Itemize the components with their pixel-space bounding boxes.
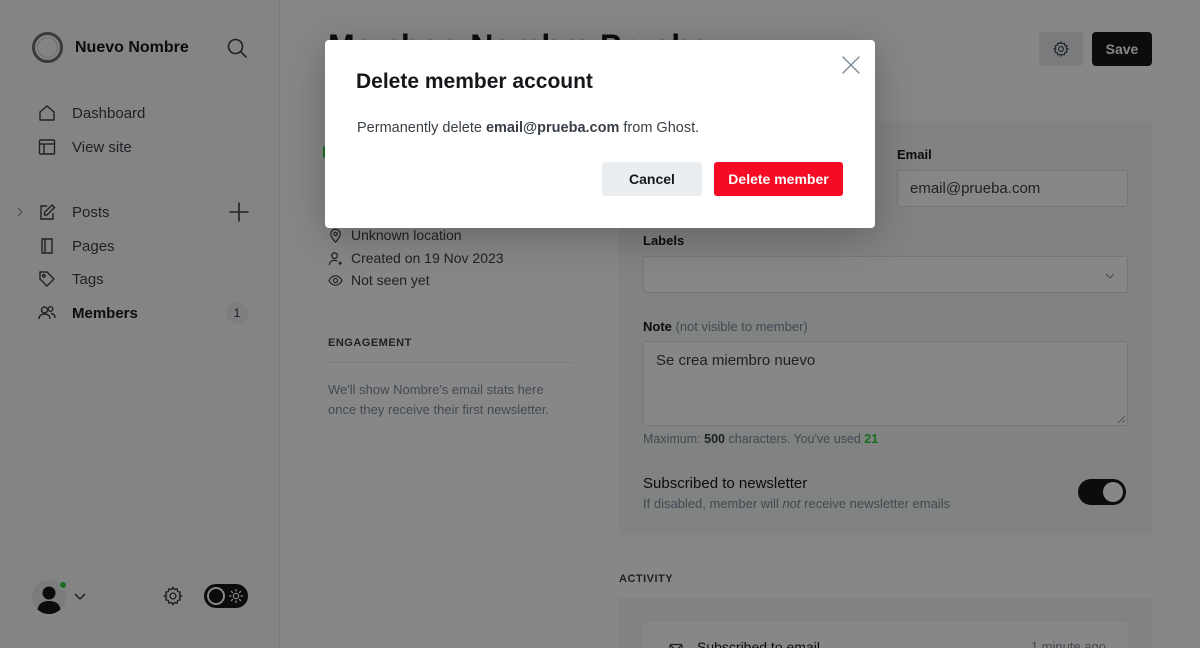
delete-member-modal: Delete member account Permanently delete… <box>325 40 875 228</box>
delete-member-button[interactable]: Delete member <box>714 162 843 196</box>
modal-title: Delete member account <box>356 70 593 93</box>
cancel-button[interactable]: Cancel <box>602 162 702 196</box>
modal-body-email: email@prueba.com <box>485 120 620 136</box>
close-icon[interactable] <box>842 56 860 74</box>
modal-body: Permanently delete email@prueba.com from… <box>357 120 699 136</box>
modal-body-suffix: from Ghost. <box>619 120 700 136</box>
modal-body-prefix: Permanently delete <box>357 120 486 136</box>
